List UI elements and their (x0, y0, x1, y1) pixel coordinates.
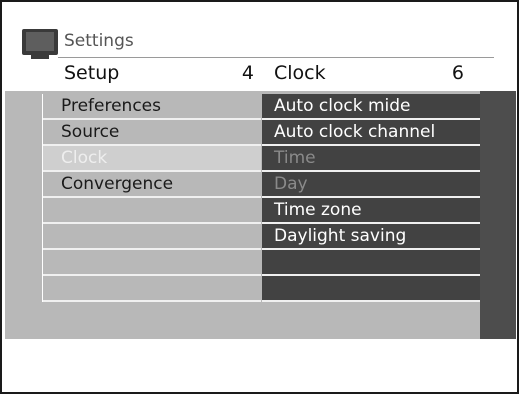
breadcrumb: Settings (64, 31, 134, 51)
submenu-item-time: Time (262, 146, 480, 172)
menu-item-clock[interactable]: Clock (43, 146, 261, 172)
left-menu-count: 4 (241, 62, 254, 84)
right-menu-count: 6 (451, 62, 464, 84)
submenu-item-empty (262, 250, 480, 276)
right-menu-title: Clock (274, 62, 326, 84)
setup-menu-list: Preferences Source Clock Convergence (42, 94, 261, 302)
submenu-item-empty (262, 276, 480, 302)
menu-item-empty (43, 250, 261, 276)
menu-item-source[interactable]: Source (43, 120, 261, 146)
submenu-item-auto-clock-mode[interactable]: Auto clock mide (262, 94, 480, 120)
menu-item-empty (43, 276, 261, 302)
menu-item-empty (43, 198, 261, 224)
submenu-item-daylight-saving[interactable]: Daylight saving (262, 224, 480, 250)
left-menu-header: Setup 4 (64, 62, 254, 84)
submenu-item-day: Day (262, 172, 480, 198)
tv-menu-screen: Settings Setup 4 Clock 6 Preferences Sou… (0, 0, 519, 394)
header-divider (58, 57, 494, 58)
left-menu-title: Setup (64, 62, 120, 84)
right-menu-header: Clock 6 (274, 62, 464, 84)
menu-item-empty (43, 224, 261, 250)
submenu-item-auto-clock-channel[interactable]: Auto clock channel (262, 120, 480, 146)
menu-item-preferences[interactable]: Preferences (43, 94, 261, 120)
panel-right-strip (480, 91, 516, 339)
menu-item-convergence[interactable]: Convergence (43, 172, 261, 198)
submenu-item-time-zone[interactable]: Time zone (262, 198, 480, 224)
tv-icon (22, 29, 58, 59)
clock-submenu-list: Auto clock mide Auto clock channel Time … (262, 94, 480, 302)
